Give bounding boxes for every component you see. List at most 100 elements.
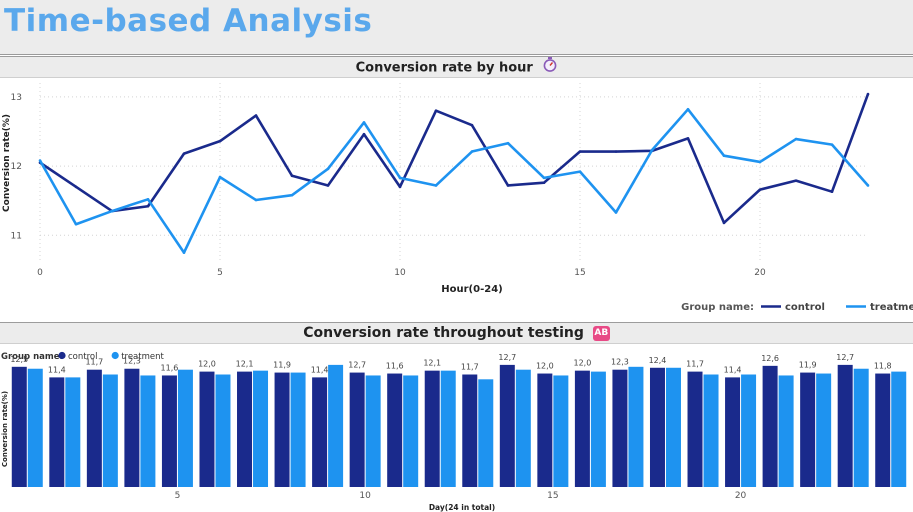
x-tick-label: 0	[37, 268, 43, 278]
bar-treatment	[177, 369, 193, 487]
data-label: 11,9	[799, 361, 817, 370]
series-point-treatment	[290, 193, 294, 197]
bar-control	[199, 371, 215, 487]
bar-treatment	[365, 375, 381, 487]
bar-control	[725, 377, 741, 487]
bar-treatment	[65, 377, 81, 487]
x-axis-label: Hour(0-24)	[441, 284, 502, 295]
bar-control	[11, 366, 27, 487]
data-label: 11,7	[686, 360, 704, 369]
x-tick-label: 15	[574, 268, 585, 278]
data-label: 12,0	[536, 362, 554, 371]
bar-control	[274, 372, 290, 487]
bar-control	[800, 372, 816, 487]
chart-title-band-hourly: Conversion rate by hour	[0, 56, 913, 78]
bar-control	[86, 369, 102, 487]
bar-treatment	[741, 374, 757, 487]
series-point-treatment	[38, 159, 42, 162]
series-point-treatment	[326, 167, 330, 171]
y-tick-label: 11	[11, 231, 22, 241]
bar-treatment	[853, 368, 869, 487]
bar-control	[837, 364, 853, 487]
chart-title-daily: Conversion rate throughout testing	[303, 325, 584, 341]
stopwatch-icon	[543, 57, 557, 79]
series-point-control	[614, 150, 618, 153]
bar-treatment	[515, 369, 531, 487]
bar-control	[649, 367, 665, 487]
data-label: 11,8	[874, 362, 892, 371]
bar-treatment	[440, 370, 456, 487]
y-tick-label: 12	[11, 162, 22, 172]
bar-control	[687, 371, 703, 487]
bar-control	[499, 364, 515, 487]
series-point-treatment	[686, 108, 690, 111]
bar-treatment	[328, 364, 344, 487]
data-label: 11,4	[311, 365, 329, 374]
bar-treatment	[478, 379, 494, 487]
bar-treatment	[403, 375, 419, 487]
data-label: 12,4	[649, 356, 667, 365]
series-point-control	[506, 184, 510, 187]
series-point-control	[830, 190, 834, 193]
data-label: 12,7	[498, 353, 516, 362]
y-axis-label: Conversion rate(%)	[1, 391, 9, 467]
series-point-control	[74, 185, 78, 189]
page-header: Time-based Analysis	[0, 0, 913, 55]
data-label: 11,9	[273, 361, 291, 370]
series-point-treatment	[110, 209, 114, 213]
bar-control	[49, 377, 65, 487]
bar-control	[762, 365, 778, 487]
series-point-control	[866, 92, 870, 96]
data-label: 12,0	[573, 359, 591, 368]
series-point-control	[470, 123, 474, 127]
data-label: 11,6	[161, 363, 179, 372]
data-label: 12,3	[123, 357, 141, 366]
bar-treatment	[778, 375, 794, 487]
x-tick-label: 20	[754, 268, 766, 278]
series-point-control	[146, 204, 150, 208]
legend-swatch-treatment	[111, 351, 119, 360]
chart-title-band-daily: Conversion rate throughout testing AB	[0, 322, 913, 344]
bar-control	[349, 372, 365, 487]
bar-control	[387, 373, 403, 487]
bar-treatment	[665, 367, 681, 487]
series-point-treatment	[542, 176, 546, 180]
series-point-treatment	[146, 198, 150, 201]
series-point-treatment	[254, 198, 258, 202]
data-label: 11,6	[386, 362, 404, 371]
bar-treatment	[816, 373, 832, 487]
series-point-control	[398, 185, 402, 189]
y-tick-label: 13	[11, 93, 22, 103]
data-label: 12,1	[423, 359, 441, 368]
bar-treatment	[102, 374, 118, 487]
bar-treatment	[891, 371, 907, 487]
series-point-control	[254, 114, 258, 117]
data-label: 11,4	[48, 365, 66, 374]
series-point-control	[794, 179, 798, 182]
data-label: 11,7	[461, 363, 479, 372]
series-point-treatment	[830, 143, 834, 146]
series-point-treatment	[722, 154, 726, 157]
bar-treatment	[253, 370, 269, 487]
bar-control	[312, 377, 328, 487]
series-point-control	[182, 152, 186, 155]
bar-control	[462, 374, 478, 487]
daily-bar-chart: Group name: control treatment12,511,411,7 1…	[1, 351, 907, 512]
bar-control	[424, 370, 440, 487]
series-point-treatment	[470, 150, 474, 153]
data-label: 12,0	[198, 360, 216, 369]
data-label: 11,7	[85, 358, 103, 367]
bar-treatment	[703, 374, 719, 487]
bar-control	[574, 370, 590, 487]
legend-title: Group name:	[681, 302, 754, 313]
series-point-control	[218, 139, 222, 143]
data-label: 12,7	[348, 361, 366, 370]
bar-control	[875, 373, 891, 487]
data-label: 11,4	[724, 365, 742, 374]
x-axis-label: Day(24 in total)	[429, 503, 495, 512]
y-axis-label: Conversion rate(%)	[2, 114, 12, 212]
bar-control	[124, 368, 140, 487]
series-point-control	[290, 174, 294, 178]
series-point-treatment	[866, 184, 870, 187]
data-label: 12,5	[10, 355, 28, 364]
